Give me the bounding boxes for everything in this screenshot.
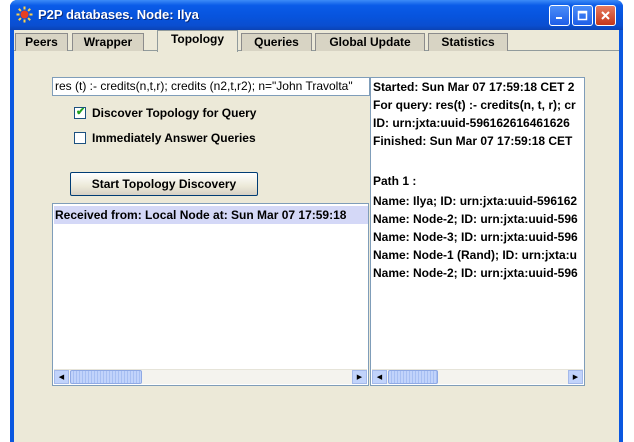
tab-strip: Peers Wrapper Topology Queries Global Up…: [14, 30, 619, 52]
minimize-button[interactable]: [549, 5, 570, 26]
app-window: P2P databases. Node: Ilya Peers Wrapper …: [10, 0, 623, 442]
details-path-node: Name: Node-1 (Rand); ID: urn:jxta:u: [373, 248, 577, 262]
tab-queries[interactable]: Queries: [241, 33, 312, 51]
maximize-button[interactable]: [572, 5, 593, 26]
horizontal-scrollbar[interactable]: ◀ ▶: [372, 369, 583, 384]
window-client: Peers Wrapper Topology Queries Global Up…: [14, 30, 619, 442]
title-bar[interactable]: P2P databases. Node: Ilya: [10, 0, 623, 30]
answer-queries-checkbox[interactable]: Immediately Answer Queries: [74, 130, 256, 146]
details-path-node: Name: Node-3; ID: urn:jxta:uuid-596: [373, 230, 578, 244]
details-started: Started: Sun Mar 07 17:59:18 CET 2: [373, 80, 575, 94]
maximize-icon: [577, 10, 588, 21]
discover-topology-checkbox[interactable]: ✔ Discover Topology for Query: [74, 105, 256, 121]
tab-topology[interactable]: Topology: [157, 30, 238, 52]
horizontal-scrollbar[interactable]: ◀ ▶: [54, 369, 367, 384]
scroll-thumb[interactable]: [388, 370, 438, 384]
tab-wrapper[interactable]: Wrapper: [72, 33, 144, 51]
tab-statistics[interactable]: Statistics: [428, 33, 508, 51]
close-button[interactable]: [595, 5, 616, 26]
scroll-thumb[interactable]: [70, 370, 142, 384]
details-path-node: Name: Ilya; ID: urn:jxta:uuid-596162: [373, 194, 578, 208]
details-path-node: Name: Node-2; ID: urn:jxta:uuid-596: [373, 212, 578, 226]
topology-tab-content: res (t) :- credits(n,t,r); credits (n2,t…: [14, 51, 619, 442]
arrow-right-icon: ▶: [356, 374, 363, 381]
details-path-heading: Path 1 :: [373, 174, 417, 188]
scroll-left-button[interactable]: ◀: [54, 370, 69, 384]
received-list-panel: Received from: Local Node at: Sun Mar 07…: [52, 203, 369, 386]
list-item[interactable]: Received from: Local Node at: Sun Mar 07…: [54, 206, 368, 224]
query-input[interactable]: res (t) :- credits(n,t,r); credits (n2,t…: [52, 77, 370, 96]
close-icon: [601, 11, 610, 20]
sun-icon: [16, 6, 33, 23]
minimize-icon: [556, 17, 562, 19]
check-mark-icon: ✔: [76, 106, 86, 118]
tab-global-update[interactable]: Global Update: [315, 33, 425, 51]
arrow-right-icon: ▶: [572, 374, 579, 381]
start-topology-discovery-button[interactable]: Start Topology Discovery: [70, 172, 258, 196]
details-panel: Started: Sun Mar 07 17:59:18 CET 2 For q…: [370, 77, 585, 386]
checkbox-box[interactable]: ✔: [74, 106, 86, 119]
arrow-left-icon: ◀: [58, 374, 65, 381]
scroll-right-button[interactable]: ▶: [568, 370, 583, 384]
scroll-right-button[interactable]: ▶: [352, 370, 367, 384]
tab-peers[interactable]: Peers: [15, 33, 68, 51]
details-query: For query: res(t) :- credits(n, t, r); c…: [373, 98, 576, 112]
arrow-left-icon: ◀: [376, 374, 383, 381]
details-finished: Finished: Sun Mar 07 17:59:18 CET: [373, 134, 573, 148]
scroll-left-button[interactable]: ◀: [372, 370, 387, 384]
answer-queries-label: Immediately Answer Queries: [92, 131, 256, 145]
checkbox-box[interactable]: [74, 132, 86, 144]
details-path-node: Name: Node-2; ID: urn:jxta:uuid-596: [373, 266, 578, 280]
window-title: P2P databases. Node: Ilya: [38, 7, 199, 22]
discover-topology-label: Discover Topology for Query: [92, 106, 257, 120]
details-id: ID: urn:jxta:uuid-596162616461626: [373, 116, 570, 130]
